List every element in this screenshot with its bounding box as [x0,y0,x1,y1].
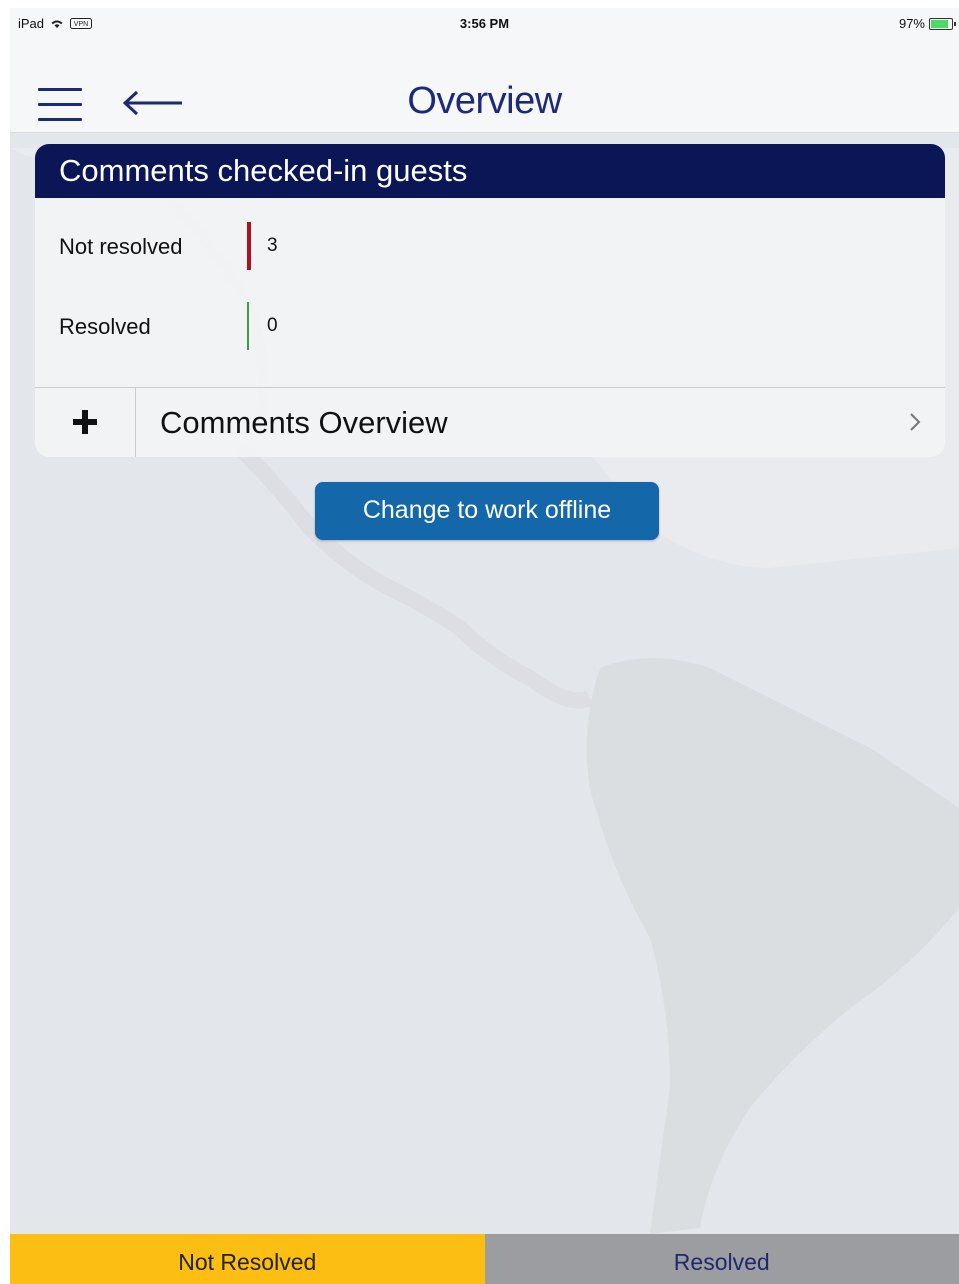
stat-row-resolved: Resolved 0 [35,302,945,352]
page-title: Overview [407,80,562,122]
plus-icon [73,410,97,434]
bottom-tab-bar: Not Resolved Resolved [10,1234,959,1284]
stat-value: 3 [267,235,278,256]
work-offline-button[interactable]: Change to work offline [315,482,659,540]
navigation-bar: Overview [10,38,959,133]
status-right: 97% [898,16,956,31]
tab-resolved[interactable]: Resolved [484,1234,959,1284]
card-title: Comments checked-in guests [35,144,945,198]
app-screen: iPad VPN 3:56 PM 97% Overview Comments c… [10,8,959,1284]
add-comment-button[interactable] [35,388,136,457]
tab-not-resolved[interactable]: Not Resolved [10,1234,485,1284]
comments-overview-row[interactable]: Comments Overview [35,388,945,457]
status-time: 3:56 PM [459,16,510,31]
status-bar: iPad VPN 3:56 PM 97% [10,8,959,38]
chevron-right-icon [910,413,921,431]
stat-row-not-resolved: Not resolved 3 [35,222,945,272]
stat-label: Not resolved [59,234,183,259]
stat-value: 0 [267,315,278,336]
comments-card: Comments checked-in guests Not resolved … [35,144,945,457]
battery-percent: 97% [898,16,925,31]
stat-label: Resolved [59,314,151,339]
stat-bar-not-resolved [247,222,251,270]
comments-overview-label: Comments Overview [160,405,448,440]
stat-bar-resolved [247,302,249,350]
battery-icon [929,17,956,30]
